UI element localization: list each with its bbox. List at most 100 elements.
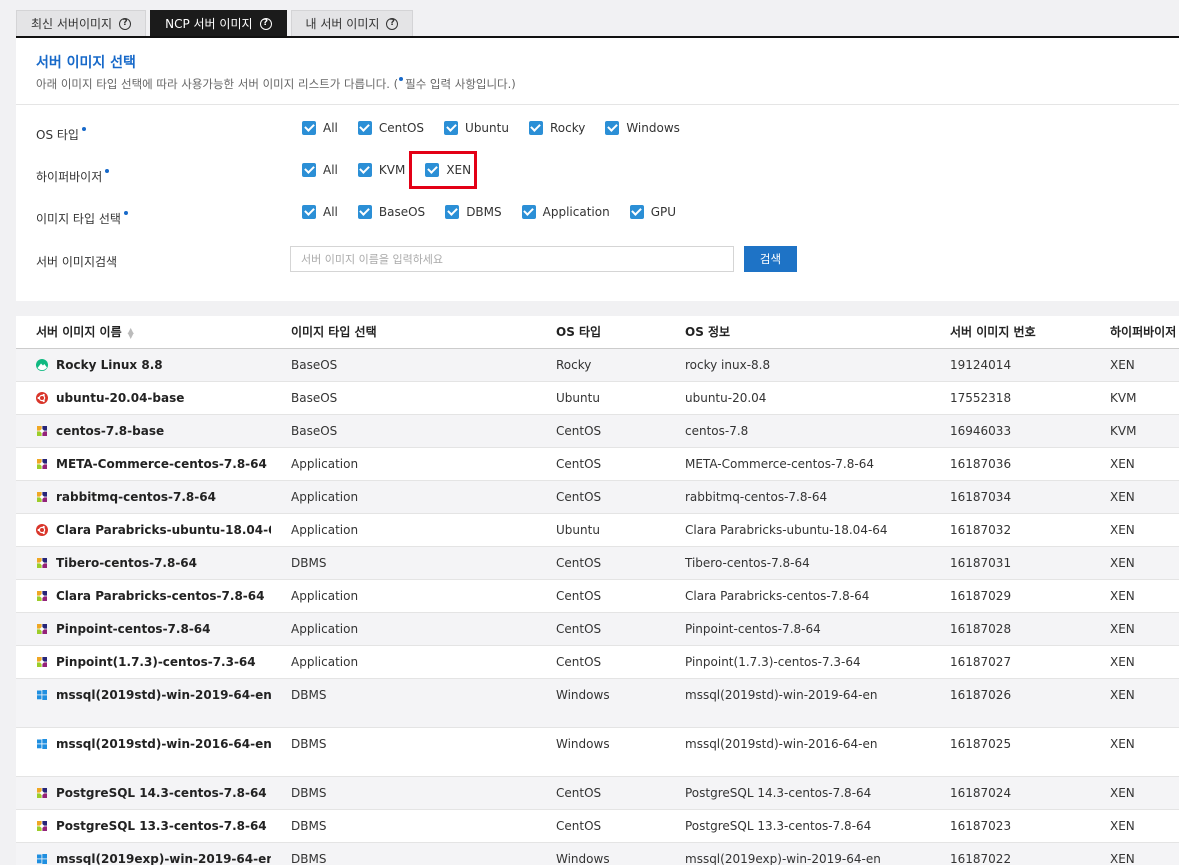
help-icon[interactable]: ? bbox=[119, 17, 132, 30]
table-row[interactable]: rabbitmq-centos-7.8-64 Application CentOS r… bbox=[16, 480, 1179, 514]
table-row[interactable]: mssql(2019std)-win-2016-64-en DBMS Windows… bbox=[16, 727, 1179, 777]
hypervisor-cell: XEN bbox=[1090, 776, 1179, 810]
os-type-cell: CentOS bbox=[536, 809, 665, 843]
os-type-cell: Rocky bbox=[536, 348, 665, 382]
tab-ncp-images[interactable]: NCP 서버 이미지 ? bbox=[150, 10, 287, 36]
checkbox-label: Rocky bbox=[549, 121, 586, 135]
table-row[interactable]: Pinpoint(1.7.3)-centos-7.3-64 Application… bbox=[16, 645, 1179, 679]
os-info-cell: Clara Parabricks-centos-7.8-64 bbox=[665, 579, 930, 613]
image-name-text: META-Commerce-centos-7.8-64 bbox=[56, 456, 267, 471]
hypervisor-checkbox-all[interactable]: All bbox=[302, 163, 338, 177]
image-number-cell: 16187023 bbox=[930, 809, 1090, 843]
table-row[interactable]: Tibero-centos-7.8-64 DBMS CentOS Tibero-cen… bbox=[16, 546, 1179, 580]
checkbox-checked-icon[interactable] bbox=[605, 121, 620, 135]
centos-icon bbox=[36, 557, 48, 569]
checkbox-label: DBMS bbox=[466, 205, 502, 219]
hypervisor-cell: KVM bbox=[1090, 381, 1179, 415]
image-type-checkbox-application[interactable]: Application bbox=[521, 205, 610, 219]
col-header-name[interactable]: 서버 이미지 이름 ▲ ▼ bbox=[16, 316, 271, 349]
image-type-checkbox-gpu[interactable]: GPU bbox=[629, 205, 677, 219]
table-row[interactable]: PostgreSQL 14.3-centos-7.8-64 DBMS CentOS P… bbox=[16, 776, 1179, 810]
image-type-label: 이미지 타입 선택 bbox=[36, 210, 130, 227]
checkbox-checked-icon[interactable] bbox=[444, 121, 459, 135]
image-type-cell: DBMS bbox=[271, 842, 536, 865]
required-dot-icon bbox=[105, 169, 110, 173]
image-name-text: mssql(2019std)-win-2019-64-en bbox=[56, 687, 271, 702]
col-header-os-info: OS 정보 bbox=[665, 316, 930, 349]
table-row[interactable]: Clara Parabricks-ubuntu-18.04-64 Applicat… bbox=[16, 513, 1179, 547]
help-icon[interactable]: ? bbox=[386, 17, 399, 30]
image-number-cell: 16187031 bbox=[930, 546, 1090, 580]
image-number-cell: 16187029 bbox=[930, 579, 1090, 613]
tab-latest-images[interactable]: 최신 서버이미지 ? bbox=[16, 10, 147, 36]
os-checkbox-ubuntu[interactable]: Ubuntu bbox=[444, 121, 509, 135]
image-type-checkboxes: All BaseOS DBMS Application GPU bbox=[302, 205, 696, 219]
table-row[interactable]: mssql(2019std)-win-2019-64-en DBMS Windows… bbox=[16, 678, 1179, 728]
os-checkbox-centos[interactable]: CentOS bbox=[357, 121, 424, 135]
image-name-text: Clara Parabricks-centos-7.8-64 bbox=[56, 588, 265, 603]
os-type-cell: Ubuntu bbox=[536, 513, 665, 547]
centos-icon bbox=[36, 656, 48, 668]
os-info-cell: PostgreSQL 13.3-centos-7.8-64 bbox=[665, 809, 930, 843]
os-checkbox-windows[interactable]: Windows bbox=[605, 121, 680, 135]
image-type-cell: Application bbox=[271, 579, 536, 613]
checkbox-checked-icon[interactable] bbox=[302, 121, 316, 135]
table-header-row: 서버 이미지 이름 ▲ ▼ 이미지 타입 선택 OS 타입 OS 정보 서버 이미지… bbox=[16, 316, 1179, 349]
image-name-text: Tibero-centos-7.8-64 bbox=[56, 555, 198, 570]
panel-title: 서버 이미지 선택 bbox=[36, 55, 136, 71]
image-number-cell: 16187027 bbox=[930, 645, 1090, 679]
table-row[interactable]: ubuntu-20.04-base BaseOS Ubuntu ubuntu-20.0… bbox=[16, 381, 1179, 415]
image-number-cell: 16187022 bbox=[930, 842, 1090, 865]
checkbox-checked-icon[interactable] bbox=[302, 205, 316, 219]
checkbox-label: All bbox=[323, 205, 338, 219]
table-row[interactable]: META-Commerce-centos-7.8-64 Application Ce… bbox=[16, 447, 1179, 481]
os-type-cell: Windows bbox=[536, 842, 665, 865]
checkbox-label: GPU bbox=[650, 205, 677, 219]
tab-my-images[interactable]: 내 서버 이미지 ? bbox=[290, 10, 414, 36]
col-header-name-text: 서버 이미지 이름 bbox=[36, 325, 122, 340]
image-type-checkbox-dbms[interactable]: DBMS bbox=[445, 205, 502, 219]
checkbox-checked-icon[interactable] bbox=[357, 121, 372, 135]
os-type-cell: Windows bbox=[536, 727, 665, 777]
hypervisor-checkbox-kvm[interactable]: KVM bbox=[357, 163, 405, 177]
image-number-cell: 16946033 bbox=[930, 414, 1090, 448]
search-button[interactable]: 검색 bbox=[744, 246, 797, 272]
sort-icon[interactable]: ▲ ▼ bbox=[128, 326, 134, 339]
col-header-os: OS 타입 bbox=[536, 316, 665, 349]
image-name-cell: PostgreSQL 13.3-centos-7.8-64 bbox=[16, 809, 271, 843]
image-number-cell: 19124014 bbox=[930, 348, 1090, 382]
checkbox-checked-icon[interactable] bbox=[357, 205, 372, 219]
table-row[interactable]: PostgreSQL 13.3-centos-7.8-64 DBMS CentOS P… bbox=[16, 809, 1179, 843]
image-type-cell: DBMS bbox=[271, 809, 536, 843]
image-name-cell: Clara Parabricks-centos-7.8-64 bbox=[16, 579, 271, 613]
image-name-cell: Rocky Linux 8.8 bbox=[16, 348, 271, 382]
search-input[interactable] bbox=[290, 246, 734, 272]
image-number-cell: 16187028 bbox=[930, 612, 1090, 646]
image-type-checkbox-baseos[interactable]: BaseOS bbox=[357, 205, 425, 219]
os-checkbox-rocky[interactable]: Rocky bbox=[528, 121, 586, 135]
help-icon[interactable]: ? bbox=[259, 17, 272, 30]
image-type-cell: Application bbox=[271, 612, 536, 646]
image-name-cell: centos-7.8-base bbox=[16, 414, 271, 448]
checkbox-checked-icon[interactable] bbox=[302, 163, 316, 177]
table-row[interactable]: mssql(2019exp)-win-2019-64-en DBMS Windows… bbox=[16, 842, 1179, 865]
table-row[interactable]: Clara Parabricks-centos-7.8-64 Applicatio… bbox=[16, 579, 1179, 613]
os-info-cell: mssql(2019std)-win-2019-64-en bbox=[665, 678, 930, 728]
os-checkbox-all[interactable]: All bbox=[302, 121, 338, 135]
table-row[interactable]: Pinpoint-centos-7.8-64 Application CentOS P… bbox=[16, 612, 1179, 646]
hypervisor-cell: XEN bbox=[1090, 480, 1179, 514]
checkbox-checked-icon[interactable] bbox=[629, 205, 644, 219]
col-header-type: 이미지 타입 선택 bbox=[271, 316, 536, 349]
checkbox-checked-icon[interactable] bbox=[445, 205, 460, 219]
checkbox-checked-icon[interactable] bbox=[521, 205, 536, 219]
image-type-checkbox-all[interactable]: All bbox=[302, 205, 338, 219]
image-name-text: mssql(2019exp)-win-2019-64-en bbox=[56, 851, 271, 865]
centos-icon bbox=[36, 590, 48, 602]
image-type-cell: Application bbox=[271, 645, 536, 679]
checkbox-checked-icon[interactable] bbox=[357, 163, 372, 177]
table-row[interactable]: centos-7.8-base BaseOS CentOS centos-7.8 169… bbox=[16, 414, 1179, 448]
os-info-cell: PostgreSQL 14.3-centos-7.8-64 bbox=[665, 776, 930, 810]
centos-icon bbox=[36, 623, 48, 635]
checkbox-checked-icon[interactable] bbox=[528, 121, 543, 135]
table-row[interactable]: Rocky Linux 8.8 BaseOS Rocky rocky inux-8.8… bbox=[16, 348, 1179, 382]
